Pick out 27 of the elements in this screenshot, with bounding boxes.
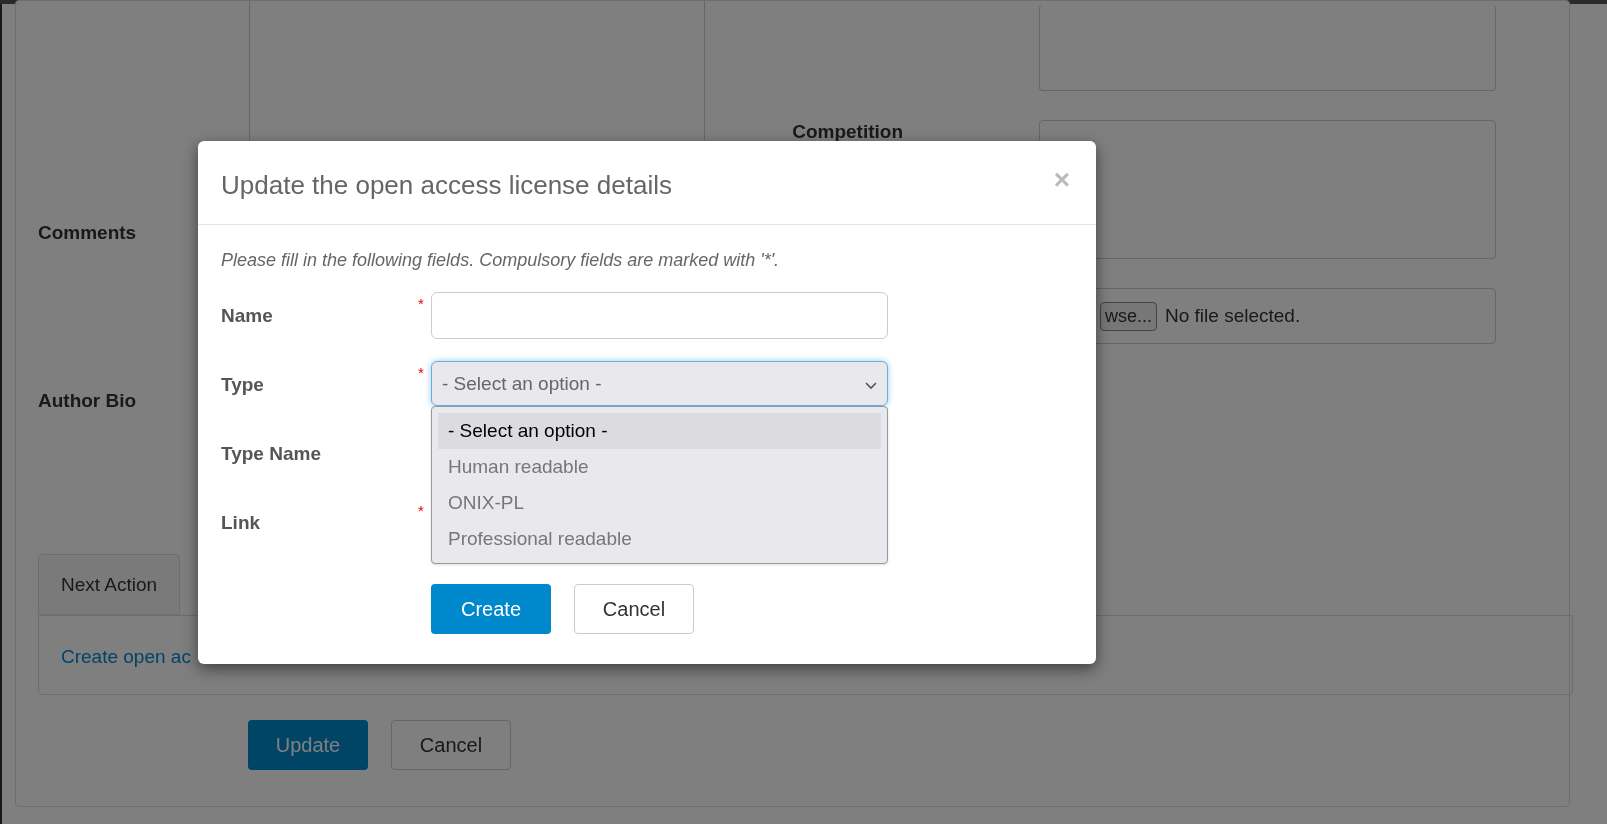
dropdown-option[interactable]: Professional readable [438,521,881,557]
field-label: Link [221,512,261,533]
form-button[interactable]: Cancel [391,720,511,770]
field-label: Type Name [221,443,321,464]
dropdown-option[interactable]: Human readable [438,449,881,485]
dropdown-option[interactable]: - Select an option - [438,413,881,449]
form-button[interactable]: Update [248,720,368,770]
chevron-down-icon [865,382,877,390]
field-label: Competition [792,120,903,144]
dropdown-option[interactable]: ONIX-PL [438,485,881,521]
field-label: Comments [38,222,137,243]
dialog-button[interactable]: Create [431,584,551,634]
action-link[interactable]: Create open ac [61,646,191,667]
browse-button[interactable]: wse... [1100,301,1157,331]
tab[interactable]: Next Action [38,554,181,615]
field-label: Author Bio [38,390,137,411]
required-mark: * [418,365,424,380]
dialog-button[interactable]: Cancel [574,584,694,634]
required-mark: * [418,503,424,518]
modal-title: Update the open access license details [221,169,672,202]
text-input[interactable] [431,292,888,339]
field-label: Type [221,374,264,395]
required-mark: * [418,296,424,311]
file-status: No file selected. [1165,303,1301,328]
select-field[interactable]: - Select an option - [431,361,888,406]
instructions-text: Please fill in the following fields. Compulsory fields are marked with '*'. [221,249,781,272]
field-label: Name [221,305,273,326]
